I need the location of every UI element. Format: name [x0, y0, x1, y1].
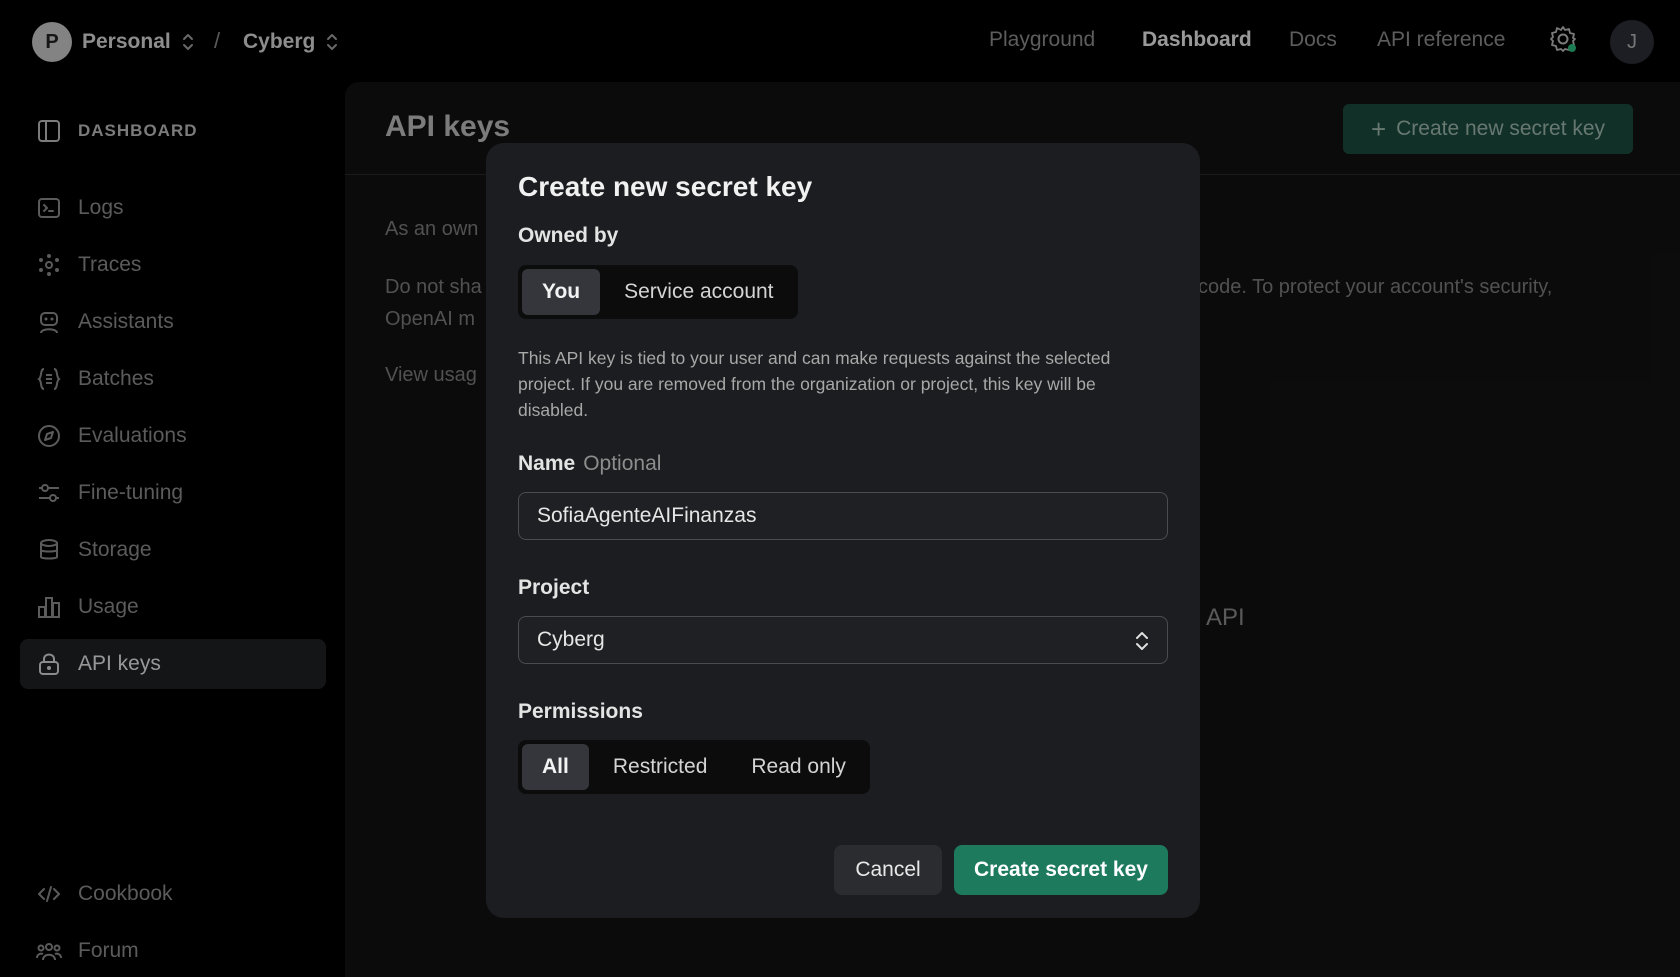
name-input-value: SofiaAgenteAIFinanzas [537, 504, 757, 527]
cancel-button[interactable]: Cancel [834, 845, 942, 895]
owned-by-toggle: You Service account [518, 265, 798, 319]
owned-by-service-account-option[interactable]: Service account [604, 269, 793, 315]
dialog-title: Create new secret key [518, 171, 813, 202]
create-key-dialog: Create new secret key Owned by You Servi… [486, 143, 1200, 918]
chevron-updown-icon [1136, 632, 1148, 650]
permission-all-option[interactable]: All [522, 744, 589, 790]
owned-by-you-option[interactable]: You [522, 269, 601, 315]
optional-hint: Optional [583, 452, 662, 475]
name-label: Name Optional [518, 452, 661, 476]
permission-read-only-option[interactable]: Read only [731, 744, 866, 790]
project-label: Project [518, 576, 590, 599]
permissions-toggle: All Restricted Read only [518, 740, 870, 794]
owned-by-label: Owned by [518, 224, 619, 247]
create-secret-key-button[interactable]: Create secret key [954, 845, 1168, 895]
permissions-label: Permissions [518, 700, 643, 723]
name-label-text: Name [518, 452, 576, 475]
owner-description: This API key is tied to your user and ca… [518, 348, 1111, 420]
project-select[interactable]: Cyberg [518, 616, 1168, 664]
name-input[interactable]: SofiaAgenteAIFinanzas [518, 492, 1168, 540]
permission-restricted-option[interactable]: Restricted [593, 744, 728, 790]
project-select-value: Cyberg [537, 628, 605, 651]
